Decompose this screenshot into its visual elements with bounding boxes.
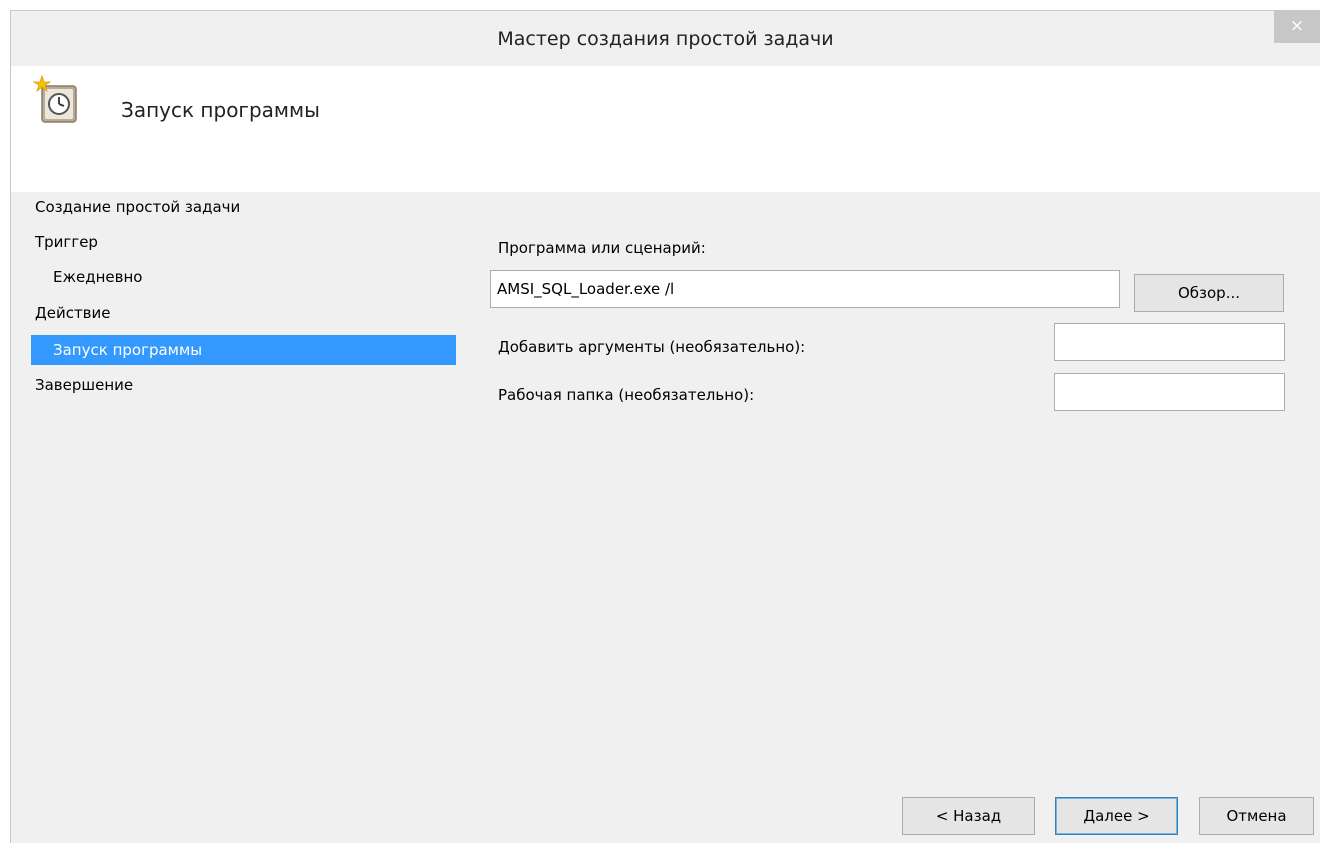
window-title: Мастер создания простой задачи bbox=[497, 28, 834, 50]
next-button[interactable]: Далее > bbox=[1055, 797, 1178, 835]
working-folder-input[interactable] bbox=[1054, 373, 1285, 411]
close-icon: × bbox=[1289, 16, 1305, 36]
arguments-label: Добавить аргументы (необязательно): bbox=[498, 338, 806, 356]
program-input[interactable]: AMSI_SQL_Loader.exe /l bbox=[490, 270, 1120, 308]
nav-step-daily[interactable]: Ежедневно bbox=[11, 262, 142, 292]
page-title: Запуск программы bbox=[121, 98, 320, 122]
arguments-input[interactable] bbox=[1054, 323, 1285, 361]
nav-step-create-task[interactable]: Создание простой задачи bbox=[11, 192, 240, 222]
working-folder-label: Рабочая папка (необязательно): bbox=[498, 386, 755, 404]
title-bar: Мастер создания простой задачи × bbox=[11, 11, 1320, 66]
cancel-button[interactable]: Отмена bbox=[1199, 797, 1314, 835]
nav-step-action[interactable]: Действие bbox=[11, 298, 111, 328]
program-label: Программа или сценарий: bbox=[498, 239, 706, 257]
browse-button[interactable]: Обзор... bbox=[1134, 274, 1284, 312]
nav-step-trigger[interactable]: Триггер bbox=[11, 227, 98, 257]
close-button[interactable]: × bbox=[1274, 11, 1320, 43]
nav-step-finish[interactable]: Завершение bbox=[11, 370, 133, 400]
task-scheduler-icon bbox=[33, 75, 77, 123]
nav-step-start-program[interactable]: Запуск программы bbox=[31, 335, 456, 365]
back-button[interactable]: < Назад bbox=[902, 797, 1035, 835]
wizard-window: Мастер создания простой задачи × Запуск … bbox=[10, 10, 1320, 843]
wizard-header: Запуск программы bbox=[11, 66, 1320, 192]
